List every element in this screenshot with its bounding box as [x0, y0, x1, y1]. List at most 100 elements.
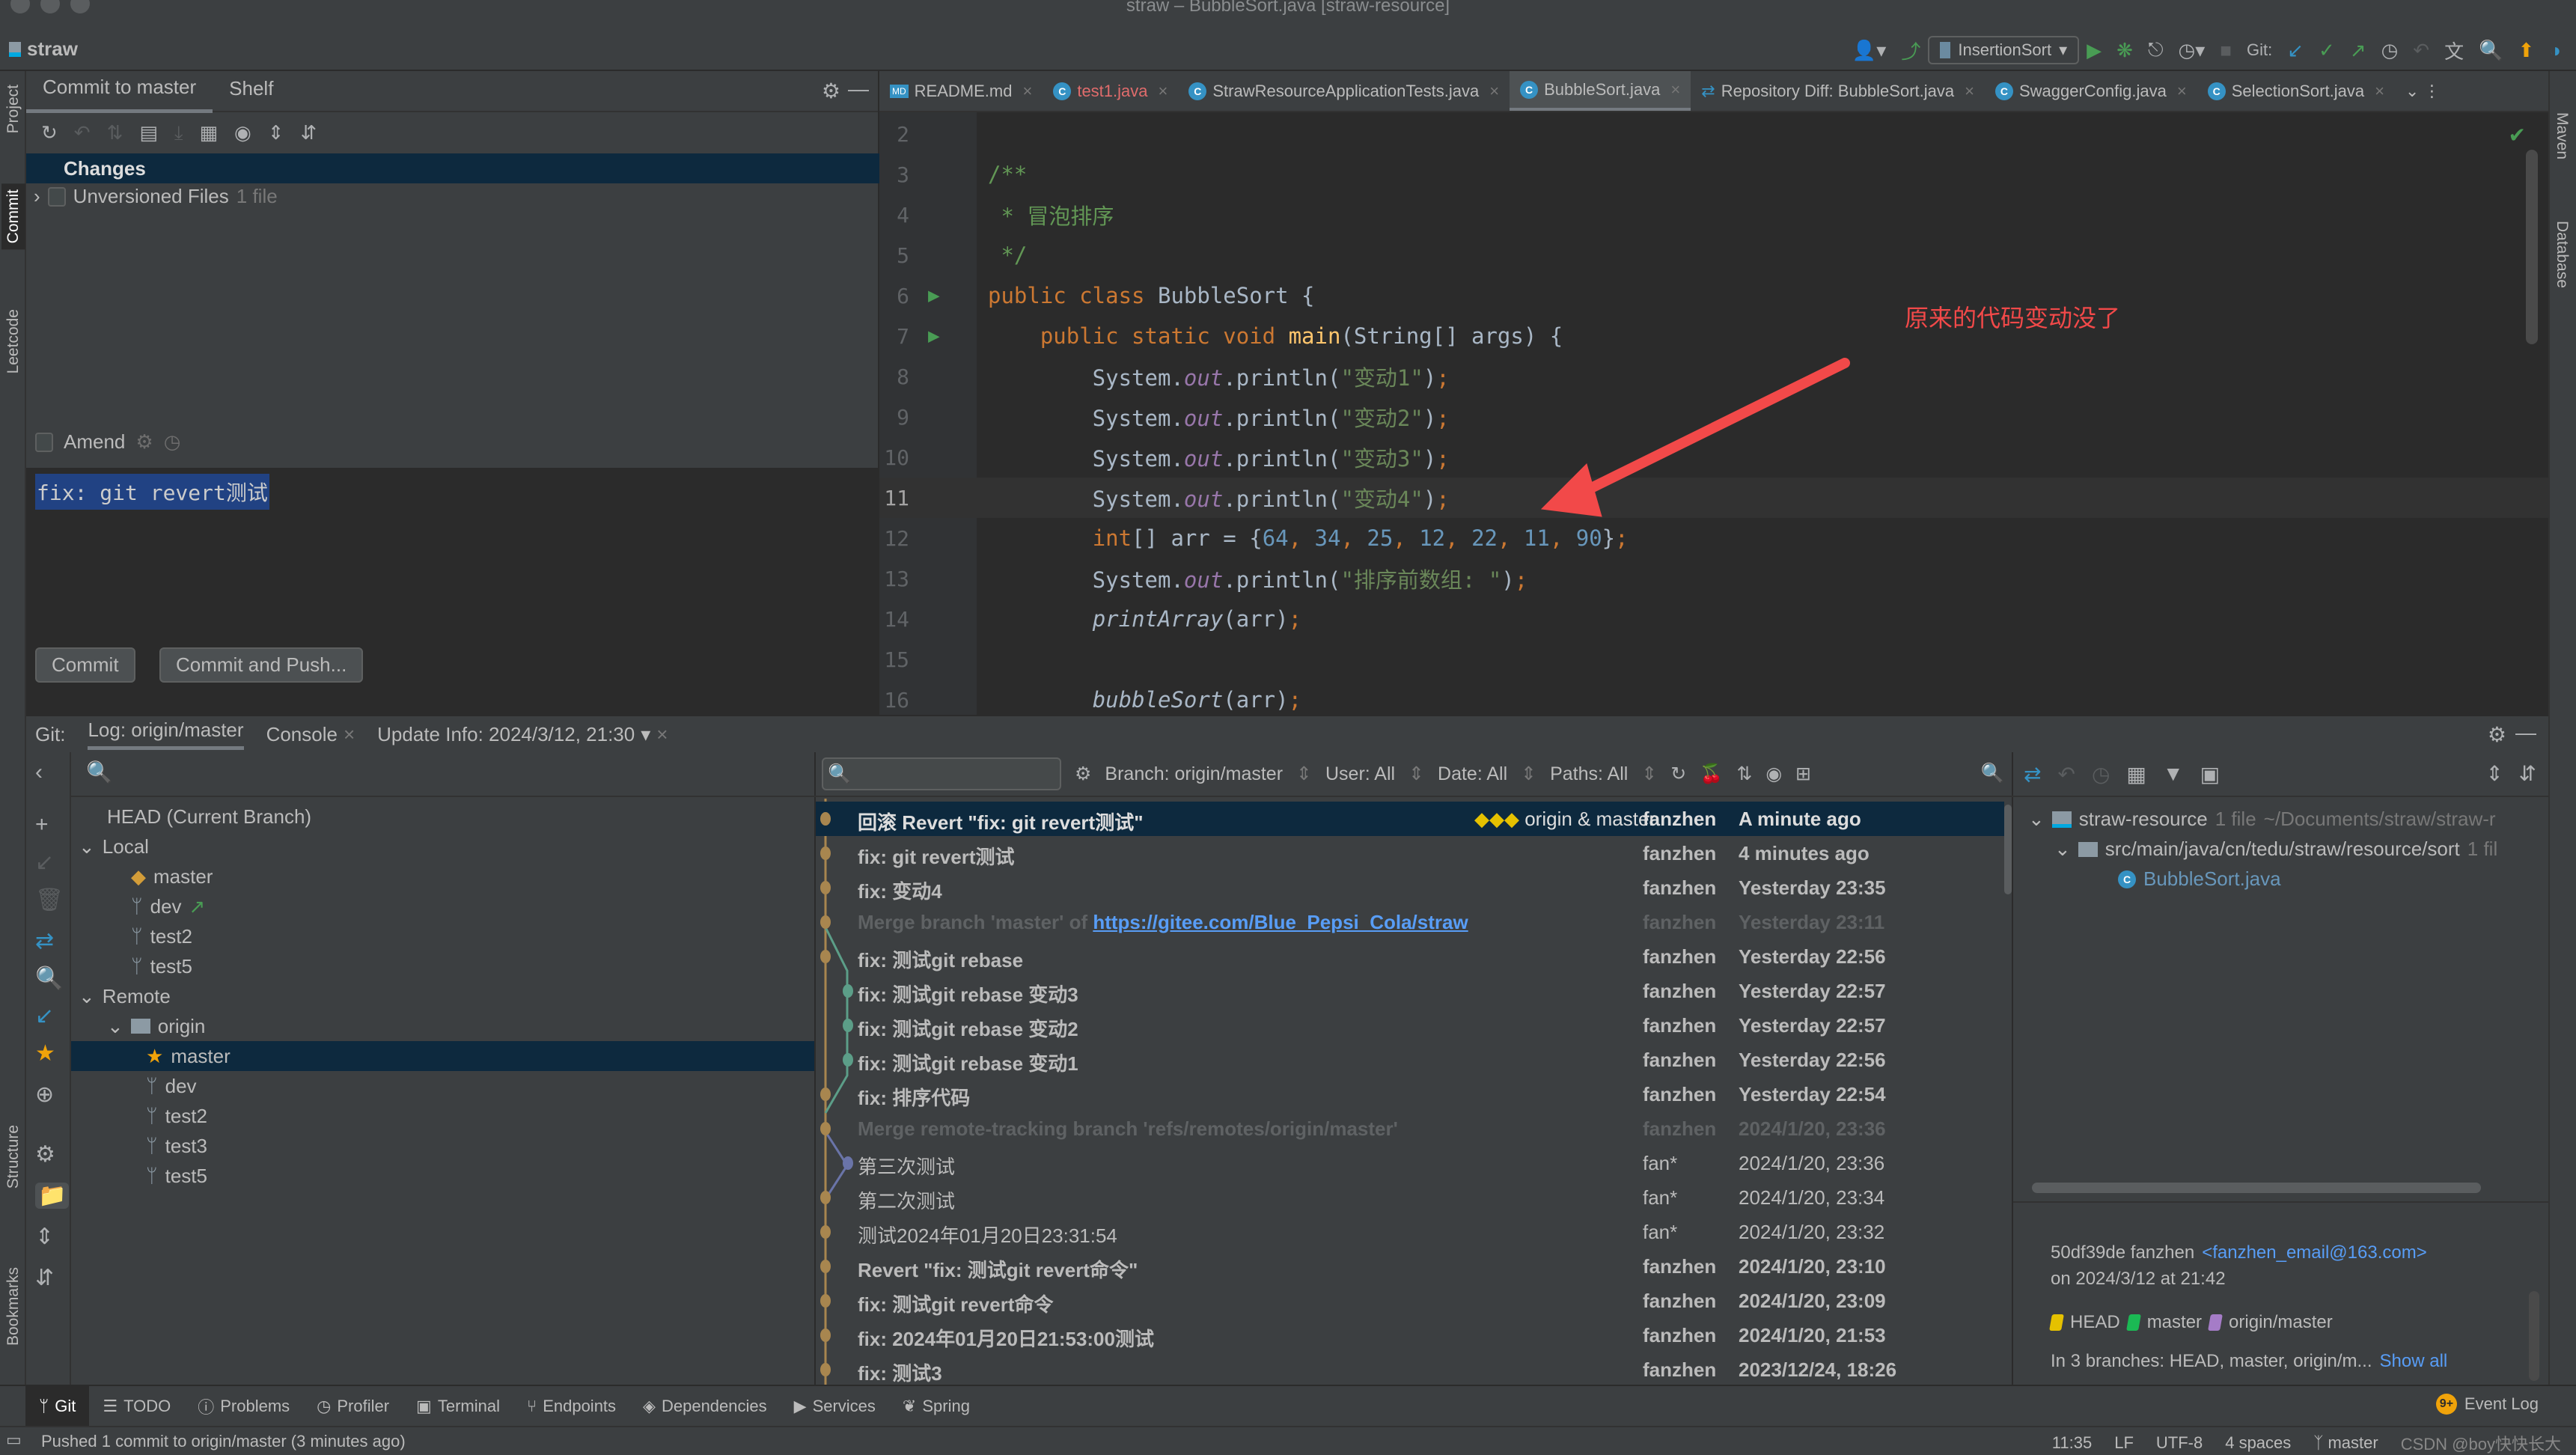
close-tab-icon[interactable]: × [1489, 82, 1499, 101]
update-icon[interactable]: ⬆ [2518, 39, 2534, 62]
code-line[interactable]: 5 */ [879, 235, 2548, 275]
close-tab-icon[interactable]: × [1670, 80, 1680, 100]
group-by-icon[interactable]: ▦ [2126, 762, 2146, 787]
minimize-icon[interactable]: — [848, 77, 869, 101]
paths-filter[interactable]: Paths: All [1550, 763, 1628, 785]
debug-icon[interactable]: ❋ [2116, 39, 2133, 62]
git-commit-icon[interactable]: ✓ [2319, 39, 2335, 62]
local-branch[interactable]: ◆ master [131, 861, 213, 891]
close-tab-icon[interactable]: × [1022, 82, 1032, 101]
local-node[interactable]: ⌄ Local [79, 832, 149, 861]
branch-search-input[interactable]: 🔍 [71, 752, 816, 797]
commit-row[interactable]: Merge branch 'master' of https://gitee.c… [816, 905, 2004, 939]
log-search-input[interactable]: 🔍 [822, 757, 1061, 790]
commit-row[interactable]: Revert "fix: 测试git revert命令" fanzhen 2024/… [816, 1249, 2004, 1284]
tool-window-git[interactable]: ᛘ Git [25, 1386, 90, 1426]
tool-window-profiler[interactable]: ◷ Profiler [303, 1386, 403, 1426]
favorite-star-icon[interactable]: ★ [35, 1040, 55, 1067]
commit-row[interactable]: fix: 测试3 fanzhen 2023/12/24, 18:26 [816, 1352, 2004, 1387]
caret-position[interactable]: 11:35 [2052, 1433, 2092, 1453]
remote-branch[interactable]: ᛘ test2 [146, 1101, 207, 1131]
code-line[interactable]: 10 System.out.println("变动3"); [879, 437, 2548, 478]
locate-icon[interactable]: ⊕ [35, 1082, 54, 1108]
show-diff-icon[interactable]: ⇅ [107, 121, 123, 144]
tab-shelf[interactable]: Shelf [213, 71, 290, 111]
changed-file-node[interactable]: C BubbleSort.java [2118, 867, 2281, 891]
history-icon[interactable]: ◷ [2092, 762, 2110, 787]
plugin-icon[interactable]: ◑ [2549, 39, 2561, 62]
refresh-icon[interactable]: ↻ [1670, 763, 1686, 785]
commit-message-text[interactable]: fix: git revert测试 [35, 474, 269, 510]
collapse-all-icon[interactable]: ⇵ [301, 121, 317, 144]
code-line[interactable]: 7 ▶ public static void main(String[] args… [879, 316, 2548, 356]
author-email-link[interactable]: <fanzhen_email@163.com> [2202, 1242, 2427, 1263]
code-line[interactable]: 12 int[] arr = {64, 34, 25, 12, 22, 11, … [879, 518, 2548, 558]
git-push-icon[interactable]: ↗ [2350, 39, 2366, 62]
build-hammer-icon[interactable]: ⤴ [1901, 37, 1920, 64]
commit-row[interactable]: fix: 测试git rebase 变动1 fanzhen Yesterday 22… [816, 1043, 2004, 1077]
date-filter[interactable]: Date: All [1438, 763, 1507, 785]
search-icon[interactable]: 🔍 [1981, 763, 2004, 784]
unversioned-checkbox[interactable] [47, 186, 66, 207]
changes-node[interactable]: Changes [26, 153, 879, 183]
commit-message-input[interactable]: fix: git revert测试 Commit Commit and Push… [26, 468, 879, 715]
tool-window-terminal[interactable]: ▣ Terminal [403, 1386, 513, 1426]
show-diff-icon[interactable]: ⇄ [2024, 762, 2041, 787]
head-node[interactable]: HEAD (Current Branch) [107, 802, 311, 832]
local-branch[interactable]: ᛘ test5 [131, 951, 192, 981]
tab-structure[interactable]: Structure [1, 1119, 25, 1195]
run-icon[interactable]: ▶ [2087, 39, 2102, 62]
view-options-icon[interactable]: ◉ [1765, 763, 1782, 785]
tab-update-info[interactable]: Update Info: 2024/3/12, 21:30 ▾ × [377, 723, 668, 746]
editor-tab[interactable]: Ctest1.java × [1043, 71, 1178, 111]
commit-row[interactable]: fix: 2024年01月20日21:53:00测试 fanzhen 2024/1/… [816, 1318, 2004, 1352]
collapse-branches-icon[interactable]: ‹ [35, 760, 43, 785]
group-by-directory-icon[interactable]: 📁 [35, 1183, 70, 1209]
revert-icon[interactable]: ↶ [2057, 762, 2075, 787]
indent-setting[interactable]: 4 spaces [2225, 1433, 2291, 1453]
code-line[interactable]: 14 printArray(arr); [879, 599, 2548, 639]
stop-icon[interactable]: ■ [2220, 39, 2232, 62]
commit-row[interactable]: 第三次测试 fan* 2024/1/20, 23:36 [816, 1146, 2004, 1180]
commit-row[interactable]: Merge remote-tracking branch 'refs/remot… [816, 1111, 2004, 1146]
tab-maven[interactable]: Maven [2553, 112, 2571, 159]
tool-window-spring[interactable]: ❦ Spring [889, 1386, 983, 1426]
code-line[interactable]: 16 bubbleSort(arr); [879, 680, 2548, 715]
tab-commit[interactable]: Commit [1, 183, 25, 250]
remote-branch[interactable]: ★ master [71, 1041, 814, 1071]
editor-tab[interactable]: C StrawResourceApplicationTests.java × [1178, 71, 1510, 111]
tool-window-problems[interactable]: ⓘ Problems [184, 1386, 303, 1426]
status-message[interactable]: Pushed 1 commit to origin/master (3 minu… [41, 1432, 406, 1451]
changed-dir-node[interactable]: ⌄ src/main/java/cn/tedu/straw/resource/s… [2054, 838, 2497, 861]
translate-icon[interactable]: 文 [2444, 37, 2464, 64]
close-tab-icon[interactable]: × [1159, 82, 1168, 101]
tool-window-dependencies[interactable]: ◈ Dependencies [629, 1386, 781, 1426]
update-branch-icon[interactable]: ↙ [35, 849, 54, 876]
close-tab-icon[interactable]: × [2177, 82, 2187, 101]
commit-row[interactable]: fix: 测试git rebase 变动2 fanzhen Yesterday 22… [816, 1008, 2004, 1043]
rollback-icon[interactable]: ↶ [74, 121, 91, 144]
run-configuration-select[interactable]: InsertionSort ▾ [1928, 36, 2080, 64]
shelve-icon[interactable]: ⤓ [174, 121, 183, 145]
editor-tab[interactable]: C SelectionSort.java × [2197, 71, 2395, 111]
project-breadcrumb[interactable]: straw [9, 37, 78, 61]
history-icon[interactable]: ◷ [2381, 39, 2399, 62]
branch-filter[interactable]: Branch: origin/master [1105, 763, 1283, 785]
user-filter[interactable]: User: All [1325, 763, 1395, 785]
code-line[interactable]: 2 [879, 114, 2548, 154]
local-branch[interactable]: ᛘ dev ↗ [131, 891, 205, 921]
code-line[interactable]: 6 ▶ public class BubbleSort { [879, 275, 2548, 316]
chevron-right-icon[interactable]: › [34, 185, 40, 208]
tab-leetcode[interactable]: Leetcode [1, 303, 25, 379]
rollback-icon[interactable]: ↶ [2413, 39, 2429, 62]
amend-checkbox[interactable] [35, 432, 53, 452]
code-line[interactable]: 13 System.out.println("排序前数组: "); [879, 558, 2548, 599]
tab-database[interactable]: Database [2553, 221, 2571, 288]
inspection-ok-icon[interactable]: ✔ [2509, 123, 2526, 147]
local-branch[interactable]: ᛘ test2 [131, 921, 192, 951]
origin-node[interactable]: ⌄ origin [107, 1011, 205, 1041]
chevron-down-icon[interactable]: ▾ [641, 723, 650, 746]
commit-row[interactable]: 测试2024年01月20日23:31:54 fan* 2024/1/20, 23:3… [816, 1215, 2004, 1249]
expand-all-icon[interactable]: ⇕ [2486, 761, 2503, 786]
tool-window-services[interactable]: ▶ Services [781, 1386, 889, 1426]
